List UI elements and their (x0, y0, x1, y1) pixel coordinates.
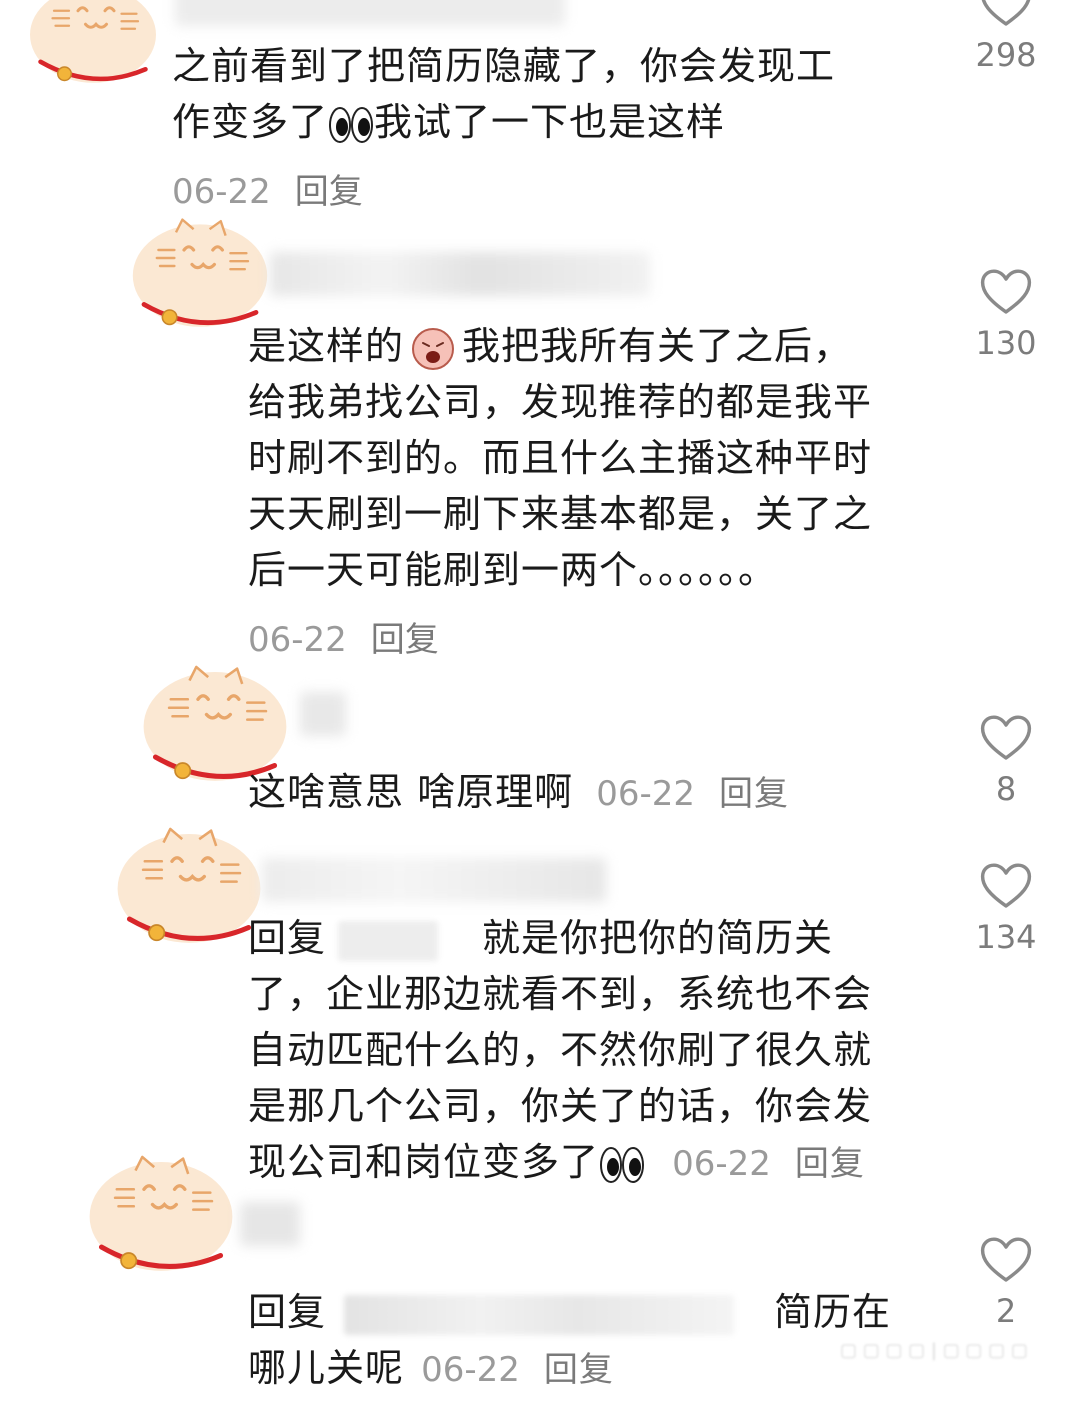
heart-icon[interactable] (980, 268, 1032, 316)
reply-button[interactable]: 回复 (719, 774, 789, 814)
blurred-username[interactable] (270, 252, 650, 296)
heart-icon[interactable] (980, 0, 1032, 28)
like-button[interactable]: 2 (972, 1236, 1040, 1330)
eyes-emoji-icon (328, 105, 374, 145)
comment-line: 回复 简历在 (248, 1290, 892, 1335)
like-button[interactable]: 130 (972, 268, 1040, 362)
comment-3: 这啥意思 啥原理啊 06-22 回复 8 (0, 650, 1080, 830)
like-button[interactable]: 8 (972, 714, 1040, 808)
like-count: 2 (995, 1292, 1017, 1330)
comment-line: 之前看到了把简历隐藏了，你会发现工 (172, 44, 836, 88)
comment-line: 作变多了 我试了一下也是这样 (172, 100, 726, 145)
like-button[interactable]: 298 (972, 0, 1040, 74)
comment-2: 是这样的 我把我所有关了之后， 给我弟找公司，发现推荐的都是我平 时刷不到的。而且… (0, 200, 1080, 670)
comment-1: 之前看到了把简历隐藏了，你会发现工 作变多了 我试了一下也是这样 06-22 回复 … (0, 0, 1080, 212)
comment-text: 之前看到了把简历隐藏了，你会发现工 作变多了 我试了一下也是这样 (172, 38, 932, 150)
blurred-mention[interactable] (344, 1294, 735, 1335)
comment-text: 回复 简历在 哪儿关呢 06-22 回复 (248, 1284, 938, 1398)
comment-line: 自动匹配什么的，不然你刷了很久就 (248, 1028, 873, 1072)
comment-line: 时刷不到的。而且什么主播这种平时 (248, 436, 873, 480)
comment-line: 回复 就是你把你的简历关 (248, 916, 834, 961)
like-count: 134 (975, 918, 1037, 956)
watermark: ▢ ▢ ▢ ▢ | ▢ ▢ ▢ ▢ (840, 1340, 1028, 1361)
blurred-username[interactable] (262, 858, 606, 902)
comment-line: 了，企业那边就看不到，系统也不会 (248, 972, 873, 1016)
blurred-mention[interactable] (338, 920, 439, 961)
comment-line: 后一天可能刷到一两个。。。。。。 (248, 548, 778, 592)
comment-line: 哪儿关呢 06-22 回复 (248, 1346, 614, 1390)
cat-avatar-icon[interactable] (18, 0, 168, 102)
reply-button[interactable]: 回复 (544, 1350, 614, 1390)
heart-icon[interactable] (980, 862, 1032, 910)
comment-date: 06-22 (421, 1350, 520, 1390)
blurred-username[interactable] (175, 0, 565, 26)
blurred-username[interactable] (300, 692, 346, 736)
like-count: 8 (995, 770, 1017, 808)
comment-line: 给我弟找公司，发现推荐的都是我平 (248, 380, 873, 424)
blurred-username[interactable] (240, 1202, 300, 1246)
like-count: 130 (975, 324, 1037, 362)
like-button[interactable]: 134 (972, 862, 1040, 956)
comment-line: 是那几个公司，你关了的话，你会发 (248, 1084, 873, 1128)
comment-text: 是这样的 我把我所有关了之后， 给我弟找公司，发现推荐的都是我平 时刷不到的。而且… (248, 318, 928, 598)
like-count: 298 (975, 36, 1037, 74)
cat-avatar-icon[interactable] (76, 1144, 246, 1294)
comment-line: 天天刷到一刷下来基本都是，关了之 (248, 492, 873, 536)
comment-date: 06-22 (596, 774, 695, 814)
comment-line: 是这样的 我把我所有关了之后， (248, 318, 928, 374)
comment-5: 回复 简历在 哪儿关呢 06-22 回复 2 (0, 1140, 1080, 1403)
heart-icon[interactable] (980, 714, 1032, 762)
tired-face-emoji-icon (410, 327, 456, 371)
heart-icon[interactable] (980, 1236, 1032, 1284)
